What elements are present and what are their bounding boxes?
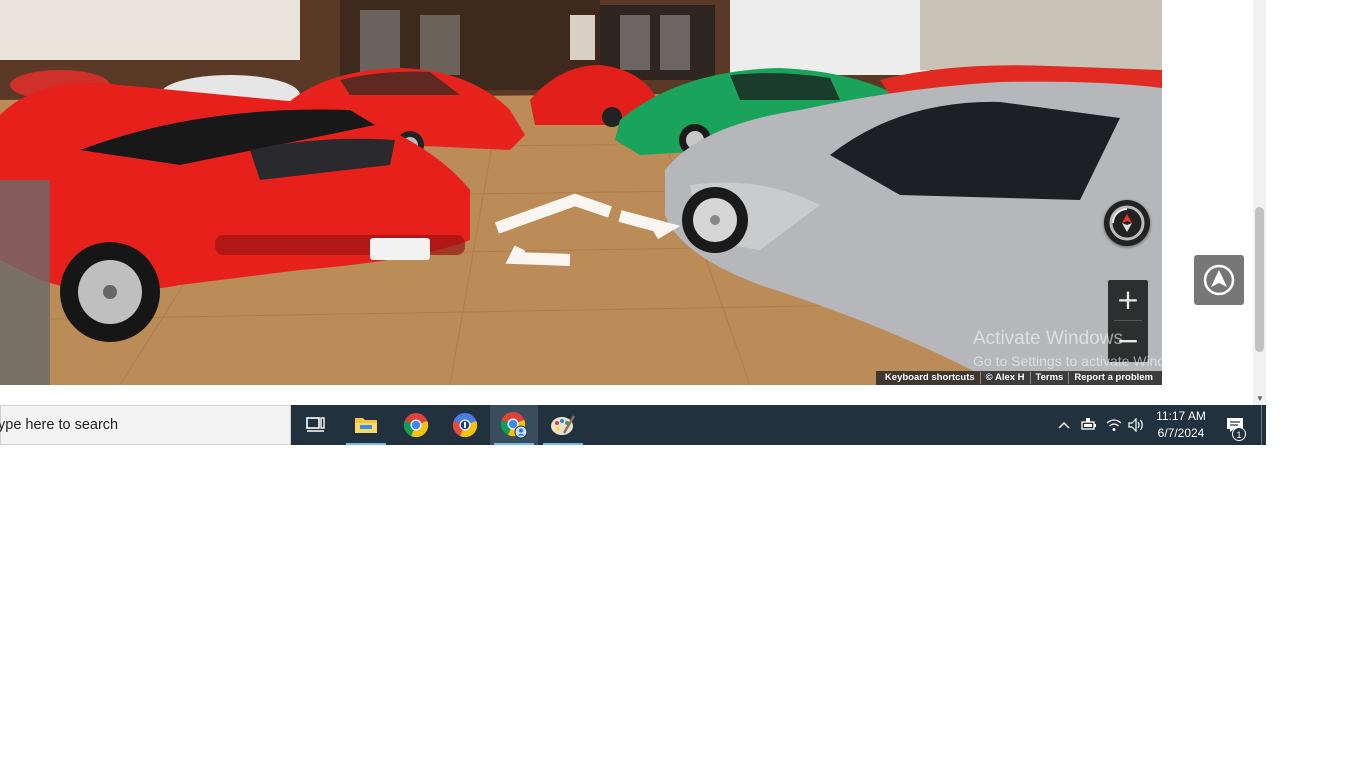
terms-link[interactable]: Terms	[1031, 372, 1070, 384]
taskbar-chrome-profile[interactable]	[490, 405, 538, 445]
notification-count-badge: 1	[1232, 427, 1246, 441]
running-indicator	[346, 443, 386, 445]
compass-button[interactable]	[1104, 200, 1150, 246]
zoom-out-button[interactable]: −	[1108, 321, 1148, 361]
network-button[interactable]	[1103, 405, 1125, 445]
taskbar-search-box[interactable]: ype here to search	[0, 405, 291, 445]
street-view-panorama[interactable]: + − Activate Windows Go to Settings to a…	[0, 0, 1162, 385]
show-desktop-divider[interactable]	[1261, 405, 1262, 445]
keyboard-shortcuts-link[interactable]: Keyboard shortcuts	[880, 372, 981, 384]
battery-button[interactable]	[1078, 405, 1100, 445]
attribution-bar: Keyboard shortcuts © Alex H Terms Report…	[875, 371, 1162, 385]
wifi-icon	[1106, 419, 1122, 431]
taskbar-paint[interactable]	[539, 405, 587, 445]
clock-time: 11:17 AM	[1156, 409, 1206, 423]
pegman-button[interactable]	[1194, 255, 1244, 305]
taskbar-clock[interactable]: 11:17 AM 6/7/2024	[1148, 405, 1214, 445]
clock-date: 6/7/2024	[1157, 426, 1205, 440]
panorama-scene	[0, 0, 1162, 385]
copyright-link[interactable]: © Alex H	[981, 372, 1031, 384]
running-indicator	[494, 443, 534, 445]
speaker-icon	[1128, 418, 1143, 432]
zoom-in-button[interactable]: +	[1108, 280, 1148, 320]
taskbar-file-explorer[interactable]	[342, 405, 390, 445]
volume-button[interactable]	[1126, 405, 1148, 445]
zoom-control: + −	[1108, 280, 1148, 362]
chevron-up-icon	[1058, 421, 1070, 429]
chrome-profile-icon	[500, 412, 528, 439]
taskbar-chrome-beta[interactable]	[441, 405, 489, 445]
scroll-down-arrow-icon[interactable]: ▼	[1256, 394, 1264, 403]
search-placeholder: ype here to search	[0, 417, 119, 433]
windows-taskbar: ype here to search 11:17 AM 6/7/2024 1	[0, 405, 1266, 445]
task-view-icon	[306, 417, 325, 432]
battery-icon	[1081, 418, 1096, 430]
compass-icon	[1109, 205, 1145, 241]
report-problem-link[interactable]: Report a problem	[1069, 372, 1158, 384]
folder-icon	[355, 418, 377, 433]
taskbar-chrome[interactable]	[392, 405, 440, 445]
show-hidden-icons-button[interactable]	[1054, 405, 1074, 445]
paint-palette-icon	[551, 415, 576, 435]
pegman-up-arrow-icon	[1203, 264, 1235, 296]
page-scrollbar[interactable]: ▼	[1253, 0, 1266, 405]
task-view-button[interactable]	[292, 405, 340, 445]
scrollbar-thumb[interactable]	[1255, 207, 1264, 352]
chrome-beta-icon	[452, 413, 478, 438]
chrome-icon	[403, 413, 429, 438]
running-indicator	[543, 443, 583, 445]
